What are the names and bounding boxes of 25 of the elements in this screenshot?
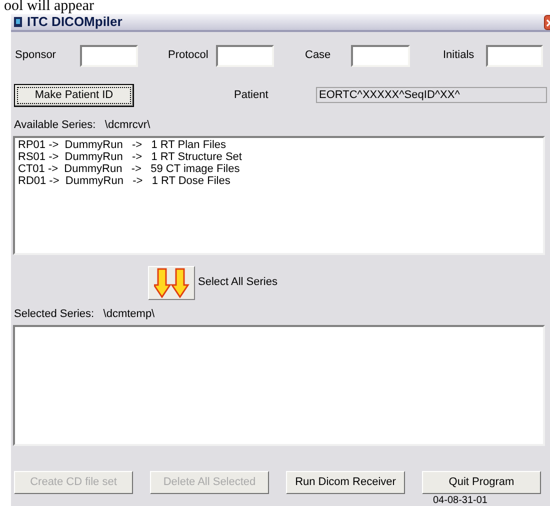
text-input-field[interactable] <box>351 44 410 67</box>
text-input-field[interactable] <box>216 44 274 67</box>
app-icon <box>13 16 23 28</box>
series-row[interactable]: RP01 -> DummyRun -> 1 RT Plan Files <box>18 139 543 152</box>
action-button[interactable]: Quit Program <box>422 471 541 494</box>
text-input-field[interactable] <box>80 44 138 67</box>
window-title: ITC DICOMpiler <box>27 14 122 32</box>
field-label: Initials <box>443 48 476 64</box>
select-all-series-label: Select All Series <box>198 275 278 290</box>
series-row[interactable]: RS01 -> DummyRun -> 1 RT Structure Set <box>18 151 543 164</box>
patient-label: Patient <box>234 88 270 103</box>
series-row[interactable]: RD01 -> DummyRun -> 1 RT Dose Files <box>18 175 543 188</box>
make-patient-id-button[interactable]: Make Patient ID <box>14 84 134 107</box>
text-input-field[interactable] <box>486 44 543 67</box>
field-label: Sponsor <box>15 48 57 64</box>
field-label: Protocol <box>168 48 210 64</box>
field-label: Case <box>305 48 332 64</box>
double-down-arrow-icon <box>154 268 190 298</box>
patient-id-field: EORTC^XXXXX^SeqID^XX^ <box>316 87 547 104</box>
series-row[interactable]: CT01 -> DummyRun -> 59 CT image Files <box>18 163 543 176</box>
available-series-label: Available Series: \dcmrcvr\ <box>14 118 152 133</box>
action-button[interactable]: Run Dicom Receiver <box>286 471 405 494</box>
selected-series-label: Selected Series: \dcmtemp\ <box>14 306 156 322</box>
select-all-series-button[interactable] <box>148 266 195 300</box>
version-label: 04-08-31-01 <box>433 496 488 506</box>
